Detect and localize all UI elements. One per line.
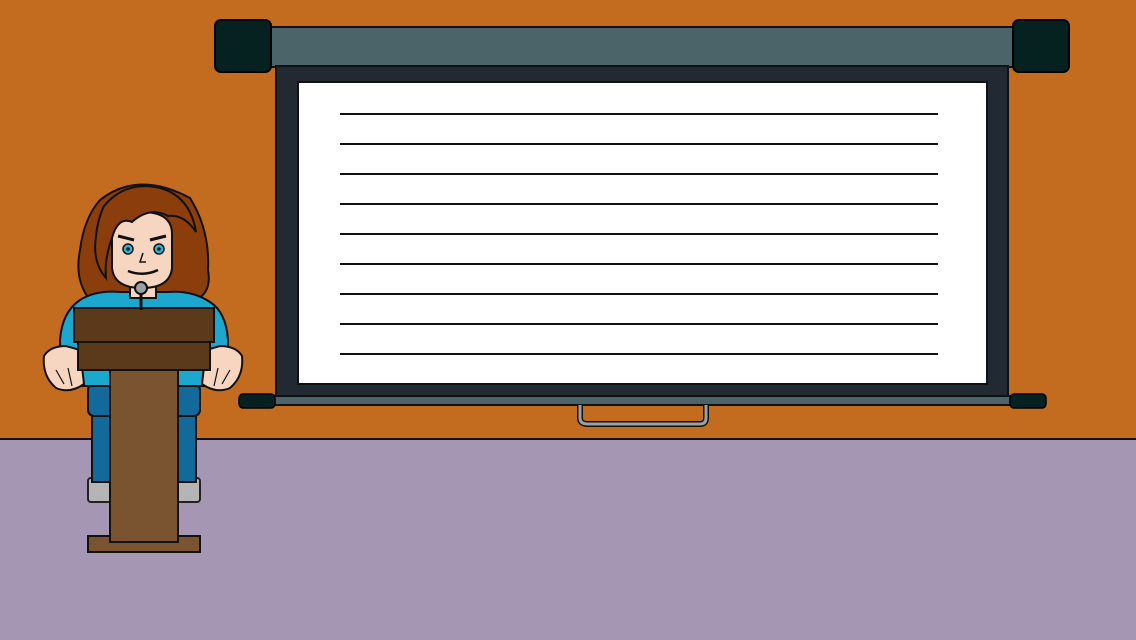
scene-canvas	[0, 0, 1136, 640]
screen-bottom-bar	[261, 395, 1023, 406]
presentation-scene	[0, 0, 1136, 640]
podium-top	[73, 307, 215, 343]
projector-screen	[214, 19, 1070, 427]
screen-endcap-right	[1012, 19, 1070, 73]
screen-housing	[261, 26, 1029, 68]
podium-shelf	[77, 339, 211, 371]
podium-column	[109, 365, 179, 543]
screen-endcap-left	[214, 19, 272, 73]
microphone-icon	[134, 281, 148, 295]
presenter-pupil-right	[157, 247, 161, 251]
presenter-pupil-left	[126, 247, 130, 251]
screen-bottom-cap-right	[1009, 393, 1047, 409]
screen-bottom-cap-left	[238, 393, 276, 409]
